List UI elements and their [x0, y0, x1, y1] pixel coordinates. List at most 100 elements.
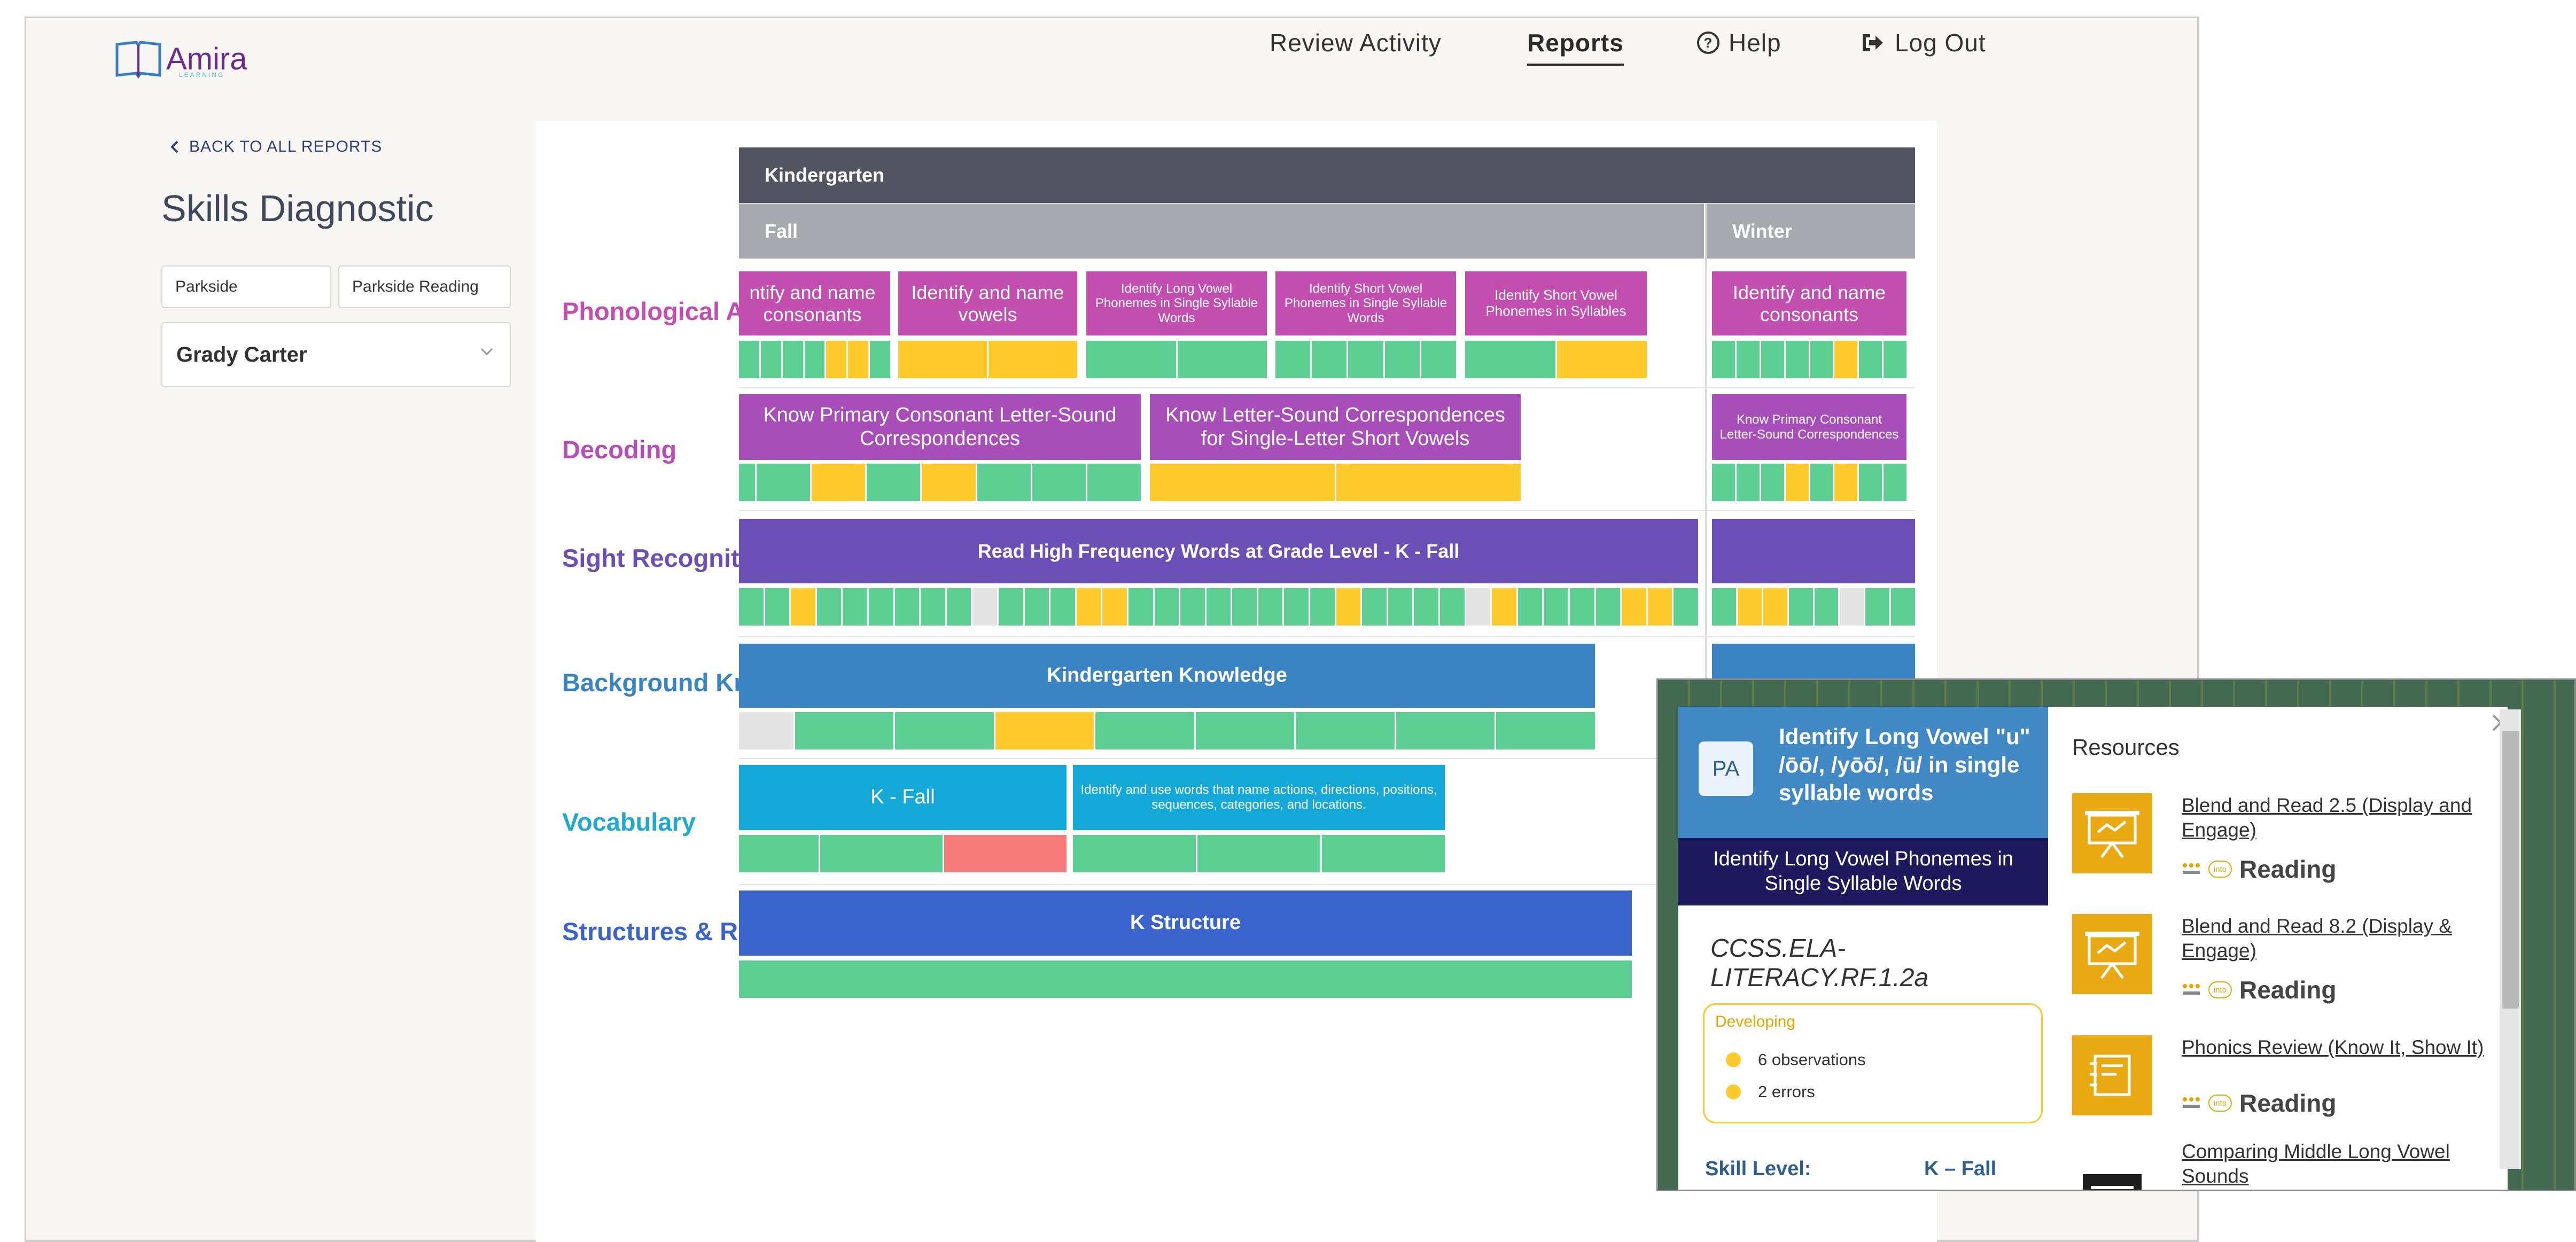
cell-mastered[interactable]: [1284, 588, 1309, 626]
cell-mastered[interactable]: [1859, 464, 1882, 501]
cell-mastered[interactable]: [1095, 712, 1194, 749]
cell-mastered[interactable]: [1195, 712, 1295, 749]
cell-mastered[interactable]: [1032, 464, 1086, 501]
cell-developing[interactable]: [1785, 464, 1809, 501]
cell-developing[interactable]: [1076, 588, 1101, 626]
cell-mastered[interactable]: [1232, 588, 1257, 626]
cell-mastered[interactable]: [820, 835, 943, 872]
cell-mastered[interactable]: [867, 464, 921, 501]
cell-mastered[interactable]: [1544, 588, 1568, 626]
cell-developing[interactable]: [1622, 588, 1646, 626]
cell-mastered[interactable]: [1154, 588, 1179, 626]
cell-mastered[interactable]: [739, 464, 756, 501]
cell-developing[interactable]: [989, 341, 1077, 378]
skill-pa-consonants[interactable]: ntify and name consonants: [739, 271, 890, 335]
cell-mastered[interactable]: [1810, 464, 1833, 501]
cell-mastered[interactable]: [1596, 588, 1621, 626]
cell-mastered[interactable]: [1810, 341, 1833, 378]
nav-logout[interactable]: Log Out: [1861, 28, 1986, 57]
skill-voc-kfall[interactable]: K - Fall: [739, 765, 1067, 830]
cell-mastered[interactable]: [1712, 464, 1735, 501]
cell-mastered[interactable]: [1785, 341, 1809, 378]
cell-mastered[interactable]: [1073, 835, 1196, 872]
skill-pa-winter-consonants[interactable]: Identify and name consonants: [1712, 271, 1906, 335]
cell-mastered[interactable]: [739, 835, 819, 872]
skill-sight-hfw[interactable]: Read High Frequency Words at Grade Level…: [739, 519, 1698, 583]
cell-mastered[interactable]: [998, 588, 1023, 626]
cell-mastered[interactable]: [1884, 341, 1906, 378]
cell-developing[interactable]: [1336, 588, 1361, 626]
cell-mastered[interactable]: [1496, 712, 1596, 749]
cell-developing[interactable]: [791, 588, 815, 626]
cell-developing[interactable]: [995, 712, 1094, 749]
cell-mastered[interactable]: [1814, 588, 1839, 626]
cell-mastered[interactable]: [1712, 588, 1736, 626]
cell-mastered[interactable]: [1761, 464, 1784, 501]
skill-sight-winter[interactable]: [1712, 519, 1915, 583]
cell-mastered[interactable]: [1465, 341, 1555, 378]
nav-reports[interactable]: Reports: [1527, 28, 1624, 66]
cell-mastered[interactable]: [1788, 588, 1813, 626]
cell-developing[interactable]: [922, 464, 976, 501]
cell-mastered[interactable]: [1517, 588, 1543, 626]
skill-dec-short-vowels[interactable]: Know Letter-Sound Correspondences for Si…: [1150, 394, 1521, 460]
cell-mastered[interactable]: [1087, 464, 1141, 501]
skill-voc-words[interactable]: Identify and use words that name actions…: [1073, 765, 1445, 830]
skill-pa-vowels[interactable]: Identify and name vowels: [898, 271, 1077, 335]
cell-struggling[interactable]: [944, 835, 1067, 872]
cell-mastered[interactable]: [1322, 835, 1445, 872]
cell-mastered[interactable]: [804, 341, 825, 378]
cell-mastered[interactable]: [1177, 341, 1267, 378]
cell-mastered[interactable]: [870, 341, 891, 378]
cell-mastered[interactable]: [1258, 588, 1283, 626]
cell-developing[interactable]: [1557, 341, 1647, 378]
amira-logo[interactable]: Amira LEARNING: [115, 40, 247, 79]
skill-bg-knowledge[interactable]: Kindergarten Knowledge: [739, 644, 1595, 708]
nav-review-activity[interactable]: Review Activity: [1270, 28, 1442, 57]
cell-mastered[interactable]: [816, 588, 842, 626]
cell-mastered[interactable]: [1086, 341, 1176, 378]
cell-developing[interactable]: [898, 341, 987, 378]
cell-not-assessed[interactable]: [1840, 588, 1864, 626]
cell-mastered[interactable]: [1761, 341, 1784, 378]
cell-mastered[interactable]: [1891, 588, 1915, 626]
resource-link[interactable]: Comparing Middle Long Vowel Sounds: [2182, 1139, 2502, 1189]
cell-mastered[interactable]: [1388, 588, 1413, 626]
cell-mastered[interactable]: [1396, 712, 1495, 749]
class-chip[interactable]: Parkside Reading: [338, 265, 511, 308]
cell-developing[interactable]: [848, 341, 869, 378]
cell-mastered[interactable]: [782, 341, 803, 378]
resource-link[interactable]: Phonics Review (Know It, Show It): [2182, 1035, 2502, 1060]
cell-mastered[interactable]: [765, 588, 790, 626]
cell-mastered[interactable]: [1348, 341, 1383, 378]
student-select[interactable]: Grady Carter: [161, 322, 511, 387]
cell-developing[interactable]: [1834, 464, 1858, 501]
cell-not-assessed[interactable]: [972, 588, 997, 626]
cell-mastered[interactable]: [1312, 341, 1347, 378]
skill-dec-winter[interactable]: Know Primary Consonant Letter-Sound Corr…: [1712, 394, 1906, 460]
resources-scroll-thumb[interactable]: [2502, 731, 2519, 1009]
cell-mastered[interactable]: [739, 341, 759, 378]
cell-mastered[interactable]: [1859, 341, 1882, 378]
skill-dec-consonant[interactable]: Know Primary Consonant Letter-Sound Corr…: [739, 394, 1141, 460]
cell-mastered[interactable]: [1570, 588, 1594, 626]
cell-mastered[interactable]: [1736, 464, 1760, 501]
resource-link[interactable]: Blend and Read 8.2 (Display & Engage): [2182, 914, 2502, 964]
cell-mastered[interactable]: [1206, 588, 1231, 626]
skill-bg-winter[interactable]: [1712, 644, 1915, 681]
cell-mastered[interactable]: [977, 464, 1031, 501]
cell-mastered[interactable]: [1736, 341, 1760, 378]
cell-mastered[interactable]: [1310, 588, 1335, 626]
cell-mastered[interactable]: [1712, 341, 1735, 378]
cell-mastered[interactable]: [921, 588, 945, 626]
cell-not-assessed[interactable]: [739, 712, 793, 749]
cell-mastered[interactable]: [894, 588, 920, 626]
cell-mastered[interactable]: [1128, 588, 1153, 626]
back-to-reports-link[interactable]: BACK TO ALL REPORTS: [170, 138, 382, 156]
cell-mastered[interactable]: [1440, 588, 1465, 626]
cell-not-assessed[interactable]: [1466, 588, 1491, 626]
cell-mastered[interactable]: [1275, 341, 1311, 378]
cell-developing[interactable]: [1492, 588, 1516, 626]
cell-mastered[interactable]: [1414, 588, 1439, 626]
skill-pa-short-vowel[interactable]: Identify Short Vowel Phonemes in Single …: [1275, 271, 1456, 335]
